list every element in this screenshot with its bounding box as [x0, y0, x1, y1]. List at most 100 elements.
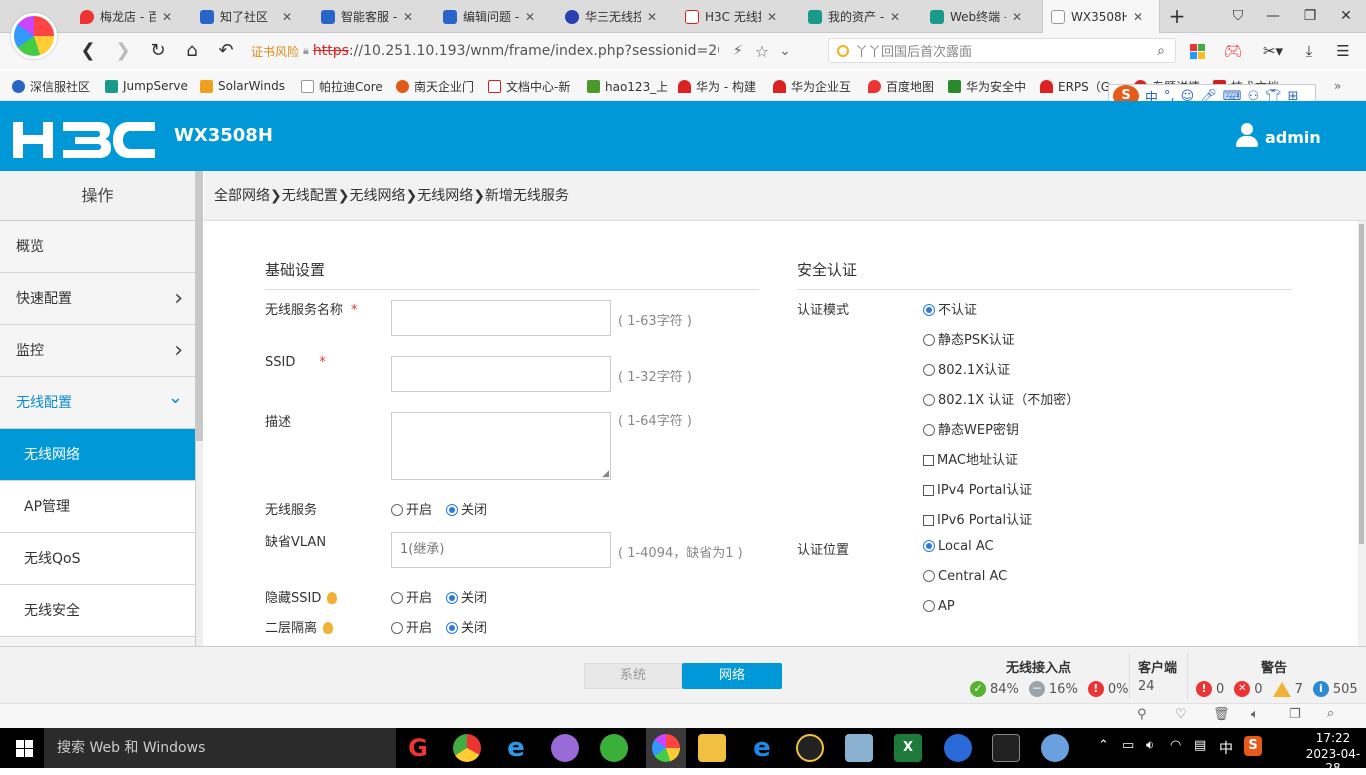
- auth-location-central-ac-radio[interactable]: Central AC: [923, 569, 1007, 584]
- browser-tab[interactable]: 我的资产 - ✕: [808, 0, 918, 33]
- sidebar-subitem-wireless-qos[interactable]: 无线QoS: [0, 533, 195, 585]
- shirt-icon[interactable]: ⛉: [1224, 4, 1252, 28]
- auth-mode-psk-radio[interactable]: 静态PSK认证: [923, 329, 1015, 348]
- download-icon[interactable]: ⤓: [1298, 40, 1320, 62]
- sidebar-item-wireless-config[interactable]: 无线配置 ⌄: [0, 377, 195, 429]
- auth-ipv6-portal-checkbox[interactable]: IPv6 Portal认证: [923, 509, 1032, 528]
- user-icon[interactable]: [1236, 123, 1258, 147]
- auth-mode-none-radio[interactable]: 不认证: [923, 299, 977, 318]
- browser-tab[interactable]: H3C 无线控 ✕: [685, 0, 795, 33]
- windows-start-icon[interactable]: [16, 740, 33, 757]
- lightning-icon[interactable]: ⚡︎: [733, 43, 743, 59]
- tab-network[interactable]: 网络: [682, 663, 782, 689]
- rocket-icon[interactable]: ⚲: [1137, 707, 1147, 722]
- edge-icon[interactable]: e: [748, 734, 776, 762]
- back-button[interactable]: ❮: [76, 40, 100, 64]
- description-textarea[interactable]: ◢: [391, 412, 611, 480]
- volume-icon[interactable]: 🔈︎: [1251, 707, 1259, 722]
- sidebar-subitem-wireless-network[interactable]: 无线网络: [0, 429, 195, 481]
- taskbar-active-slot[interactable]: [646, 728, 686, 768]
- bookmark-item[interactable]: ERPS（G: [1040, 78, 1110, 94]
- wireless-service-off-radio[interactable]: 关闭: [446, 499, 487, 518]
- auth-mode-dot1x-radio[interactable]: 802.1X认证: [923, 359, 1010, 378]
- folder-icon[interactable]: [698, 734, 726, 762]
- more-bookmarks-icon[interactable]: »: [1334, 78, 1348, 94]
- auth-mode-dot1x-noencrypt-radio[interactable]: 802.1X 认证（不加密）: [923, 389, 1079, 408]
- reload-icon[interactable]: ↻: [146, 40, 170, 64]
- terminal-icon[interactable]: [992, 734, 1020, 762]
- resize-handle-icon[interactable]: ◢: [602, 469, 609, 479]
- browser-tab[interactable]: 智能客服 - ✕: [321, 0, 431, 33]
- close-icon[interactable]: ✕: [1133, 10, 1143, 24]
- close-icon[interactable]: ✕: [767, 10, 777, 24]
- wifi-icon[interactable]: ◠: [1170, 738, 1181, 753]
- bookmark-item[interactable]: 文档中心-新: [488, 78, 574, 94]
- network-icon[interactable]: ▭: [1122, 738, 1134, 753]
- bookmark-item[interactable]: SolarWinds: [200, 78, 288, 94]
- menu-icon[interactable]: ☰: [1332, 40, 1354, 62]
- close-icon[interactable]: ✕: [403, 10, 413, 24]
- search-icon[interactable]: ⌕: [1157, 43, 1165, 59]
- bookmark-item[interactable]: 南天企业门: [396, 78, 478, 94]
- auth-ipv4-portal-checkbox[interactable]: IPv4 Portal认证: [923, 479, 1032, 498]
- browser-tab[interactable]: 华三无线控 ✕: [565, 0, 675, 33]
- qq-icon[interactable]: [796, 734, 824, 762]
- sidebar-scroll-thumb[interactable]: [196, 171, 203, 441]
- bookmark-item[interactable]: 华为安全中: [948, 78, 1028, 94]
- zoom-icon[interactable]: ⌕: [1327, 706, 1334, 721]
- restore-button[interactable]: ❐: [1296, 4, 1324, 28]
- close-icon[interactable]: ✕: [525, 10, 535, 24]
- sogou-icon[interactable]: S: [1244, 736, 1262, 756]
- scissors-icon[interactable]: ✂▾: [1258, 40, 1288, 62]
- apps-grid-icon[interactable]: [1186, 40, 1208, 62]
- sidebar-subitem-ap-management[interactable]: AP管理: [0, 481, 195, 533]
- heart-icon[interactable]: ♡: [1175, 707, 1187, 722]
- auth-location-local-ac-radio[interactable]: Local AC: [923, 539, 994, 554]
- alarm-stats[interactable]: ! 0 ✕ 0 7 i 505: [1196, 681, 1358, 697]
- bookmark-item[interactable]: JumpServe: [105, 78, 189, 94]
- bookmark-item[interactable]: hao123_上: [587, 78, 667, 94]
- auth-mac-checkbox[interactable]: MAC地址认证: [923, 449, 1018, 468]
- speaker-icon[interactable]: 🔉︎: [1146, 738, 1154, 753]
- chrome-icon[interactable]: [453, 734, 481, 762]
- message-icon[interactable]: ▤: [1194, 738, 1206, 753]
- browser-tab[interactable]: 梅龙店 - 百 ✕: [80, 0, 190, 33]
- wechat-icon[interactable]: [600, 734, 628, 762]
- clock[interactable]: 17:22 2023-04-28: [1300, 731, 1366, 775]
- ime-indicator[interactable]: 中: [1219, 738, 1233, 758]
- search-input[interactable]: 丫丫回国后首次露面 ⌕: [828, 38, 1176, 63]
- url-bar[interactable]: 证书风险 🔒︎ https ://10.251.10.193/wnm/frame…: [251, 39, 811, 63]
- close-window-button[interactable]: ✕: [1332, 4, 1360, 28]
- chevron-up-icon[interactable]: ⌃: [1098, 738, 1109, 753]
- forward-button[interactable]: ❯: [111, 40, 135, 64]
- taskbar-search-input[interactable]: 搜索 Web 和 Windows: [44, 728, 396, 768]
- hide-ssid-off-radio[interactable]: 关闭: [446, 587, 487, 606]
- close-icon[interactable]: ✕: [890, 10, 900, 24]
- star-icon[interactable]: ☆: [755, 42, 769, 61]
- lightbulb-icon[interactable]: [327, 592, 338, 604]
- browser-logo[interactable]: [11, 13, 57, 59]
- browser-tab[interactable]: Web终端 - ✕: [930, 0, 1040, 33]
- new-tab-button[interactable]: +: [1163, 4, 1191, 28]
- ap-stats[interactable]: ✓ 84% −16% ! 0%: [970, 681, 1128, 697]
- bookmark-item[interactable]: 深信服社区: [12, 78, 98, 94]
- app-blue-icon[interactable]: [944, 734, 972, 762]
- home-icon[interactable]: ⌂: [180, 40, 204, 64]
- app-purple-icon[interactable]: [551, 734, 579, 762]
- game-icon[interactable]: 🎮︎: [1222, 40, 1244, 62]
- breadcrumb[interactable]: 全部网络❯无线配置❯无线网络❯无线网络❯新增无线服务: [204, 171, 1366, 221]
- l2-isolation-on-radio[interactable]: 开启: [391, 617, 432, 636]
- ssid-name-input[interactable]: [391, 300, 611, 336]
- browser-tab-active[interactable]: WX3508H ✕: [1042, 0, 1160, 33]
- close-icon[interactable]: ✕: [647, 10, 657, 24]
- bookmark-item[interactable]: 帕拉迪Core: [301, 78, 385, 94]
- trash-icon[interactable]: 🗑︎: [1213, 707, 1230, 722]
- close-icon[interactable]: ✕: [162, 10, 172, 24]
- sidebar-item-monitor[interactable]: 监控 ›: [0, 325, 195, 377]
- bookmark-item[interactable]: 华为 - 构建: [678, 78, 762, 94]
- bookmark-item[interactable]: 百度地图: [868, 78, 938, 94]
- excel-icon[interactable]: X: [894, 734, 922, 762]
- client-count[interactable]: 24: [1138, 679, 1155, 694]
- minimize-button[interactable]: —: [1259, 4, 1287, 28]
- ie-icon[interactable]: e: [502, 734, 530, 762]
